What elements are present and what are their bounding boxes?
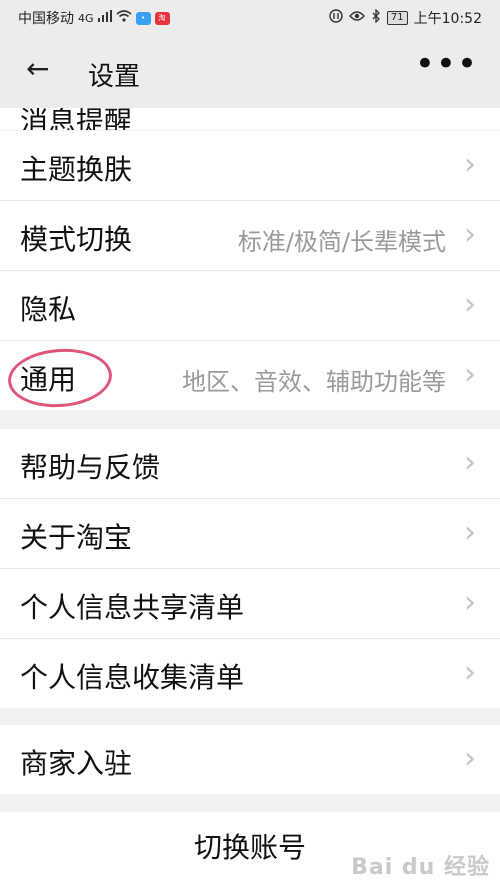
more-options-icon[interactable]: ••• — [415, 44, 478, 84]
settings-row-theme[interactable]: 主题换肤 › — [0, 131, 500, 201]
settings-row-info-collection-list[interactable]: 个人信息收集清单 › — [0, 639, 500, 708]
partial-row-label[interactable]: 消息提醒 — [20, 108, 132, 130]
nfc-icon — [329, 9, 343, 27]
back-arrow-icon[interactable]: ← — [26, 52, 49, 86]
row-value: 地区、音效、辅助功能等 — [182, 368, 446, 396]
chevron-right-icon: › — [464, 655, 476, 690]
settings-row-mode-switch[interactable]: 模式切换 标准/极简/长辈模式 › — [0, 201, 500, 271]
chevron-right-icon: › — [464, 147, 476, 182]
settings-group-3: 商家入驻 › — [0, 725, 500, 794]
partial-row-container: 消息提醒 — [0, 108, 500, 130]
settings-row-merchant-join[interactable]: 商家入驻 › — [0, 725, 500, 794]
chevron-right-icon: › — [464, 287, 476, 322]
bluetooth-icon — [371, 8, 381, 27]
carrier-label: 中国移动 — [18, 11, 74, 27]
app-notification-icon: • — [135, 11, 151, 25]
row-label: 帮助与反馈 — [20, 451, 161, 484]
settings-row-privacy[interactable]: 隐私 › — [0, 271, 500, 341]
status-bar: 中国移动 4G • 淘 71 上午10:52 — [0, 0, 500, 34]
clock: 上午10:52 — [413, 11, 482, 27]
chevron-right-icon: › — [464, 357, 476, 392]
row-label: 关于淘宝 — [20, 521, 133, 554]
chevron-right-icon: › — [464, 445, 476, 480]
status-left: 中国移动 4G • 淘 — [18, 8, 170, 28]
watermark-logo: Bai du 经验 — [351, 855, 490, 880]
battery-icon: 71 — [386, 11, 408, 25]
row-value: 标准/极简/长辈模式 — [237, 228, 446, 256]
chevron-right-icon: › — [464, 585, 476, 620]
chevron-right-icon: › — [464, 741, 476, 776]
settings-group-2: 帮助与反馈 › 关于淘宝 › 个人信息共享清单 › 个人信息收集清单 › — [0, 429, 500, 708]
settings-row-about[interactable]: 关于淘宝 › — [0, 499, 500, 569]
row-label: 主题换肤 — [20, 153, 133, 186]
nav-header: ← 设置 ••• — [0, 34, 500, 108]
row-label: 模式切换 — [20, 223, 133, 256]
status-right: 71 上午10:52 — [329, 8, 482, 28]
row-label: 隐私 — [20, 293, 77, 326]
page-title: 设置 — [88, 62, 141, 92]
settings-row-info-sharing-list[interactable]: 个人信息共享清单 › — [0, 569, 500, 639]
chevron-right-icon: › — [464, 515, 476, 550]
row-label: 个人信息收集清单 — [20, 661, 245, 694]
row-label: 个人信息共享清单 — [20, 591, 245, 624]
signal-icon — [97, 10, 112, 26]
taobao-notification-icon: 淘 — [154, 11, 170, 25]
eye-icon — [348, 10, 365, 26]
row-label: 商家入驻 — [20, 747, 133, 780]
network-type: 4G — [78, 11, 94, 25]
chevron-right-icon: › — [464, 217, 476, 252]
wifi-icon — [116, 10, 132, 26]
settings-row-help-feedback[interactable]: 帮助与反馈 › — [0, 429, 500, 499]
